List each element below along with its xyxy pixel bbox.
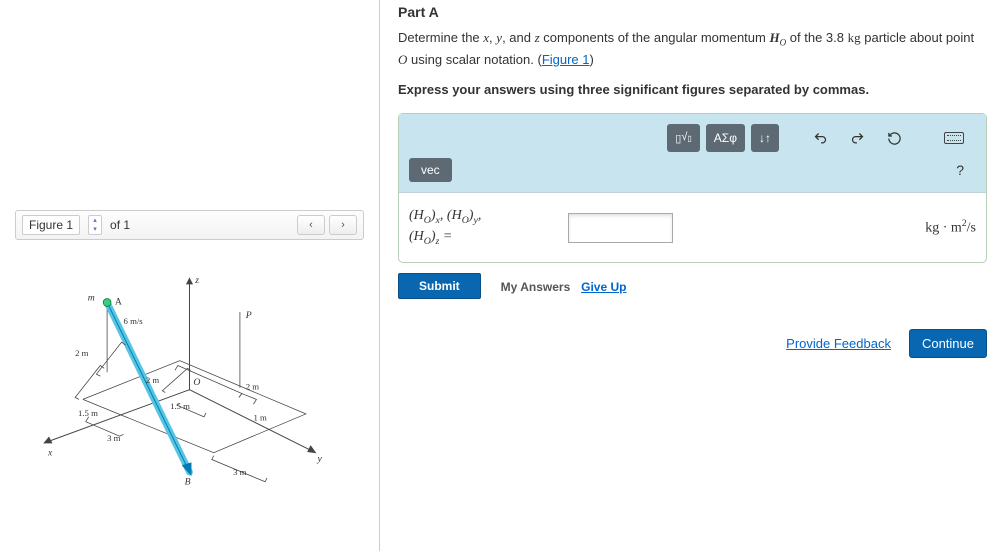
continue-button[interactable]: Continue xyxy=(909,329,987,358)
svg-text:3 m: 3 m xyxy=(233,467,247,477)
keyboard-button[interactable] xyxy=(936,126,972,150)
svg-text:6 m/s: 6 m/s xyxy=(124,316,144,326)
prompt-text: Determine the xyxy=(398,30,483,45)
prompt-text: components of the angular momentum xyxy=(543,30,769,45)
part-prompt: Determine the x, y, and z components of … xyxy=(398,28,987,70)
greek-button[interactable]: ΑΣφ xyxy=(706,124,745,152)
give-up-link[interactable]: Give Up xyxy=(581,280,626,294)
svg-text:z: z xyxy=(194,275,199,286)
figure-prev-button[interactable]: ‹ xyxy=(297,215,325,235)
prompt-text: ) xyxy=(590,52,594,67)
toolbar-zone: ▯√▯ ΑΣφ ↓↑ vec xyxy=(399,114,986,193)
figure-spinner[interactable]: ▴▾ xyxy=(88,215,102,235)
redo-button[interactable] xyxy=(842,126,873,150)
svg-text:y: y xyxy=(316,453,322,464)
svg-text:P: P xyxy=(245,310,252,321)
submit-button[interactable]: Submit xyxy=(398,273,481,299)
part-title: Part A xyxy=(398,0,987,20)
part-instruction: Express your answers using three signifi… xyxy=(398,80,987,100)
answer-variable-label: (HO)x, (HO)y,(HO)z = xyxy=(409,207,554,248)
svg-text:1.5 m: 1.5 m xyxy=(78,408,98,418)
answer-input[interactable] xyxy=(568,213,673,243)
figure-label: Figure 1 xyxy=(22,215,80,235)
prompt-text: using scalar notation. ( xyxy=(411,52,542,67)
svg-text:1 m: 1 m xyxy=(253,413,267,423)
undo-button[interactable] xyxy=(805,126,836,150)
svg-text:2 m: 2 m xyxy=(246,382,260,392)
reset-button[interactable] xyxy=(879,126,910,150)
prompt-text: particle about point xyxy=(864,30,974,45)
svg-text:1.5 m: 1.5 m xyxy=(170,401,190,411)
svg-text:2 m: 2 m xyxy=(146,375,160,385)
subscript-superscript-button[interactable]: ↓↑ xyxy=(751,124,779,152)
svg-text:m: m xyxy=(88,293,95,304)
svg-text:2 m: 2 m xyxy=(75,348,89,358)
figure-next-button[interactable]: › xyxy=(329,215,357,235)
my-answers-label: My Answers xyxy=(501,280,571,294)
figure-navigation-bar: Figure 1 ▴▾ of 1 ‹ › xyxy=(15,210,364,240)
prompt-text: of the 3.8 xyxy=(790,30,848,45)
figure-image: m A 6 m/s 2 m 2 m 2 m 1.5 m 1.5 m 1 m 3 … xyxy=(15,250,364,510)
figure-link[interactable]: Figure 1 xyxy=(542,52,590,67)
answer-units: kg · m2/s xyxy=(925,218,976,237)
svg-text:3 m: 3 m xyxy=(107,433,121,443)
answer-box: ▯√▯ ΑΣφ ↓↑ vec xyxy=(398,113,987,263)
help-button[interactable]: ? xyxy=(948,158,972,182)
vec-button[interactable]: vec xyxy=(409,158,452,182)
templates-button[interactable]: ▯√▯ xyxy=(667,124,700,152)
svg-text:B: B xyxy=(185,477,191,488)
svg-text:A: A xyxy=(115,296,122,307)
figure-count: of 1 xyxy=(110,218,130,232)
svg-text:O: O xyxy=(193,377,200,388)
svg-text:x: x xyxy=(47,448,53,459)
provide-feedback-link[interactable]: Provide Feedback xyxy=(786,336,891,351)
